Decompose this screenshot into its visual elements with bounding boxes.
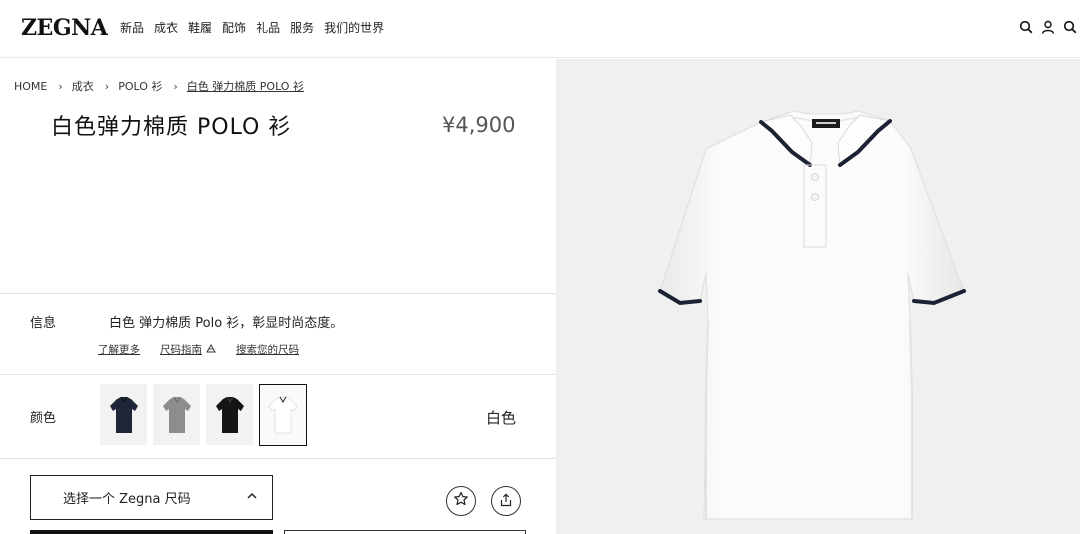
learn-more-label: 了解更多 — [98, 344, 140, 356]
search-icon[interactable] — [1018, 18, 1034, 36]
brand-logo[interactable]: ZEGNA — [21, 14, 108, 42]
nav-item-new[interactable]: 新品 — [120, 19, 144, 37]
find-size-link[interactable]: 搜索您的尺码 — [236, 342, 299, 357]
color-swatch-navy[interactable] — [100, 384, 147, 445]
product-details-panel: HOME › 成衣 › POLO 衫 › 白色 弹力棉质 POLO 衫 白色弹力… — [0, 59, 556, 534]
product-description: 白色 弹力棉质 Polo 衫，彰显时尚态度。 — [109, 316, 344, 331]
size-select[interactable]: 选择一个 Zegna 尺码 — [30, 475, 273, 520]
size-guide-label: 尺码指南 — [160, 344, 202, 356]
search-icon-secondary[interactable] — [1062, 18, 1078, 36]
breadcrumb-separator: › — [173, 79, 178, 93]
color-swatches — [100, 384, 307, 446]
nav-item-gifts[interactable]: 礼品 — [256, 19, 280, 37]
product-price: ¥4,900 — [442, 113, 516, 137]
selected-color-name: 白色 — [486, 409, 517, 427]
breadcrumb: HOME › 成衣 › POLO 衫 › 白色 弹力棉质 POLO 衫 — [14, 78, 304, 94]
polo-thumbnail-icon — [109, 396, 138, 433]
nav-item-clothing[interactable]: 成衣 — [154, 19, 178, 37]
product-image-panel — [556, 59, 1080, 534]
site-header: ZEGNA 新品 成衣 鞋履 配饰 礼品 服务 我们的世界 — [0, 0, 1080, 58]
share-icon — [499, 492, 513, 511]
nav-item-shoes[interactable]: 鞋履 — [188, 19, 212, 37]
info-links: 了解更多 尺码指南 搜索您的尺码 — [98, 342, 299, 357]
polo-thumbnail-icon — [215, 396, 244, 433]
info-label: 信息 — [30, 316, 57, 331]
add-to-cart-button[interactable] — [30, 530, 273, 534]
header-actions — [1018, 18, 1078, 36]
divider — [0, 458, 556, 459]
breadcrumb-clothing[interactable]: 成衣 — [72, 78, 94, 94]
color-label: 颜色 — [30, 411, 57, 426]
breadcrumb-polo[interactable]: POLO 衫 — [118, 78, 162, 94]
wishlist-button[interactable] — [446, 486, 476, 516]
white-polo-shirt-image — [658, 110, 966, 520]
find-size-label: 搜索您的尺码 — [236, 344, 299, 356]
share-button[interactable] — [491, 486, 521, 516]
size-select-label: 选择一个 Zegna 尺码 — [63, 492, 191, 507]
nav-item-accessories[interactable]: 配饰 — [222, 19, 246, 37]
ruler-icon — [206, 343, 216, 356]
learn-more-link[interactable]: 了解更多 — [98, 342, 140, 357]
breadcrumb-separator: › — [58, 79, 63, 93]
polo-thumbnail-icon — [268, 396, 298, 434]
color-swatch-white[interactable] — [259, 384, 307, 446]
chevron-up-icon — [246, 490, 258, 506]
breadcrumb-separator: › — [104, 79, 110, 93]
color-swatch-black[interactable] — [206, 384, 253, 445]
account-icon[interactable] — [1040, 18, 1056, 36]
color-swatch-grey[interactable] — [153, 384, 200, 445]
breadcrumb-home[interactable]: HOME — [14, 80, 47, 93]
nav-item-our-world[interactable]: 我们的世界 — [324, 19, 384, 37]
divider — [0, 293, 556, 294]
nav-item-services[interactable]: 服务 — [290, 19, 314, 37]
star-icon — [453, 491, 469, 511]
size-guide-link[interactable]: 尺码指南 — [160, 342, 216, 357]
product-title: 白色弹力棉质 POLO 衫 — [51, 115, 292, 140]
secondary-action-button[interactable] — [284, 530, 526, 534]
breadcrumb-current[interactable]: 白色 弹力棉质 POLO 衫 — [187, 78, 304, 94]
divider — [0, 374, 556, 375]
main-nav: 新品 成衣 鞋履 配饰 礼品 服务 我们的世界 — [120, 19, 394, 37]
polo-thumbnail-icon — [162, 396, 191, 433]
